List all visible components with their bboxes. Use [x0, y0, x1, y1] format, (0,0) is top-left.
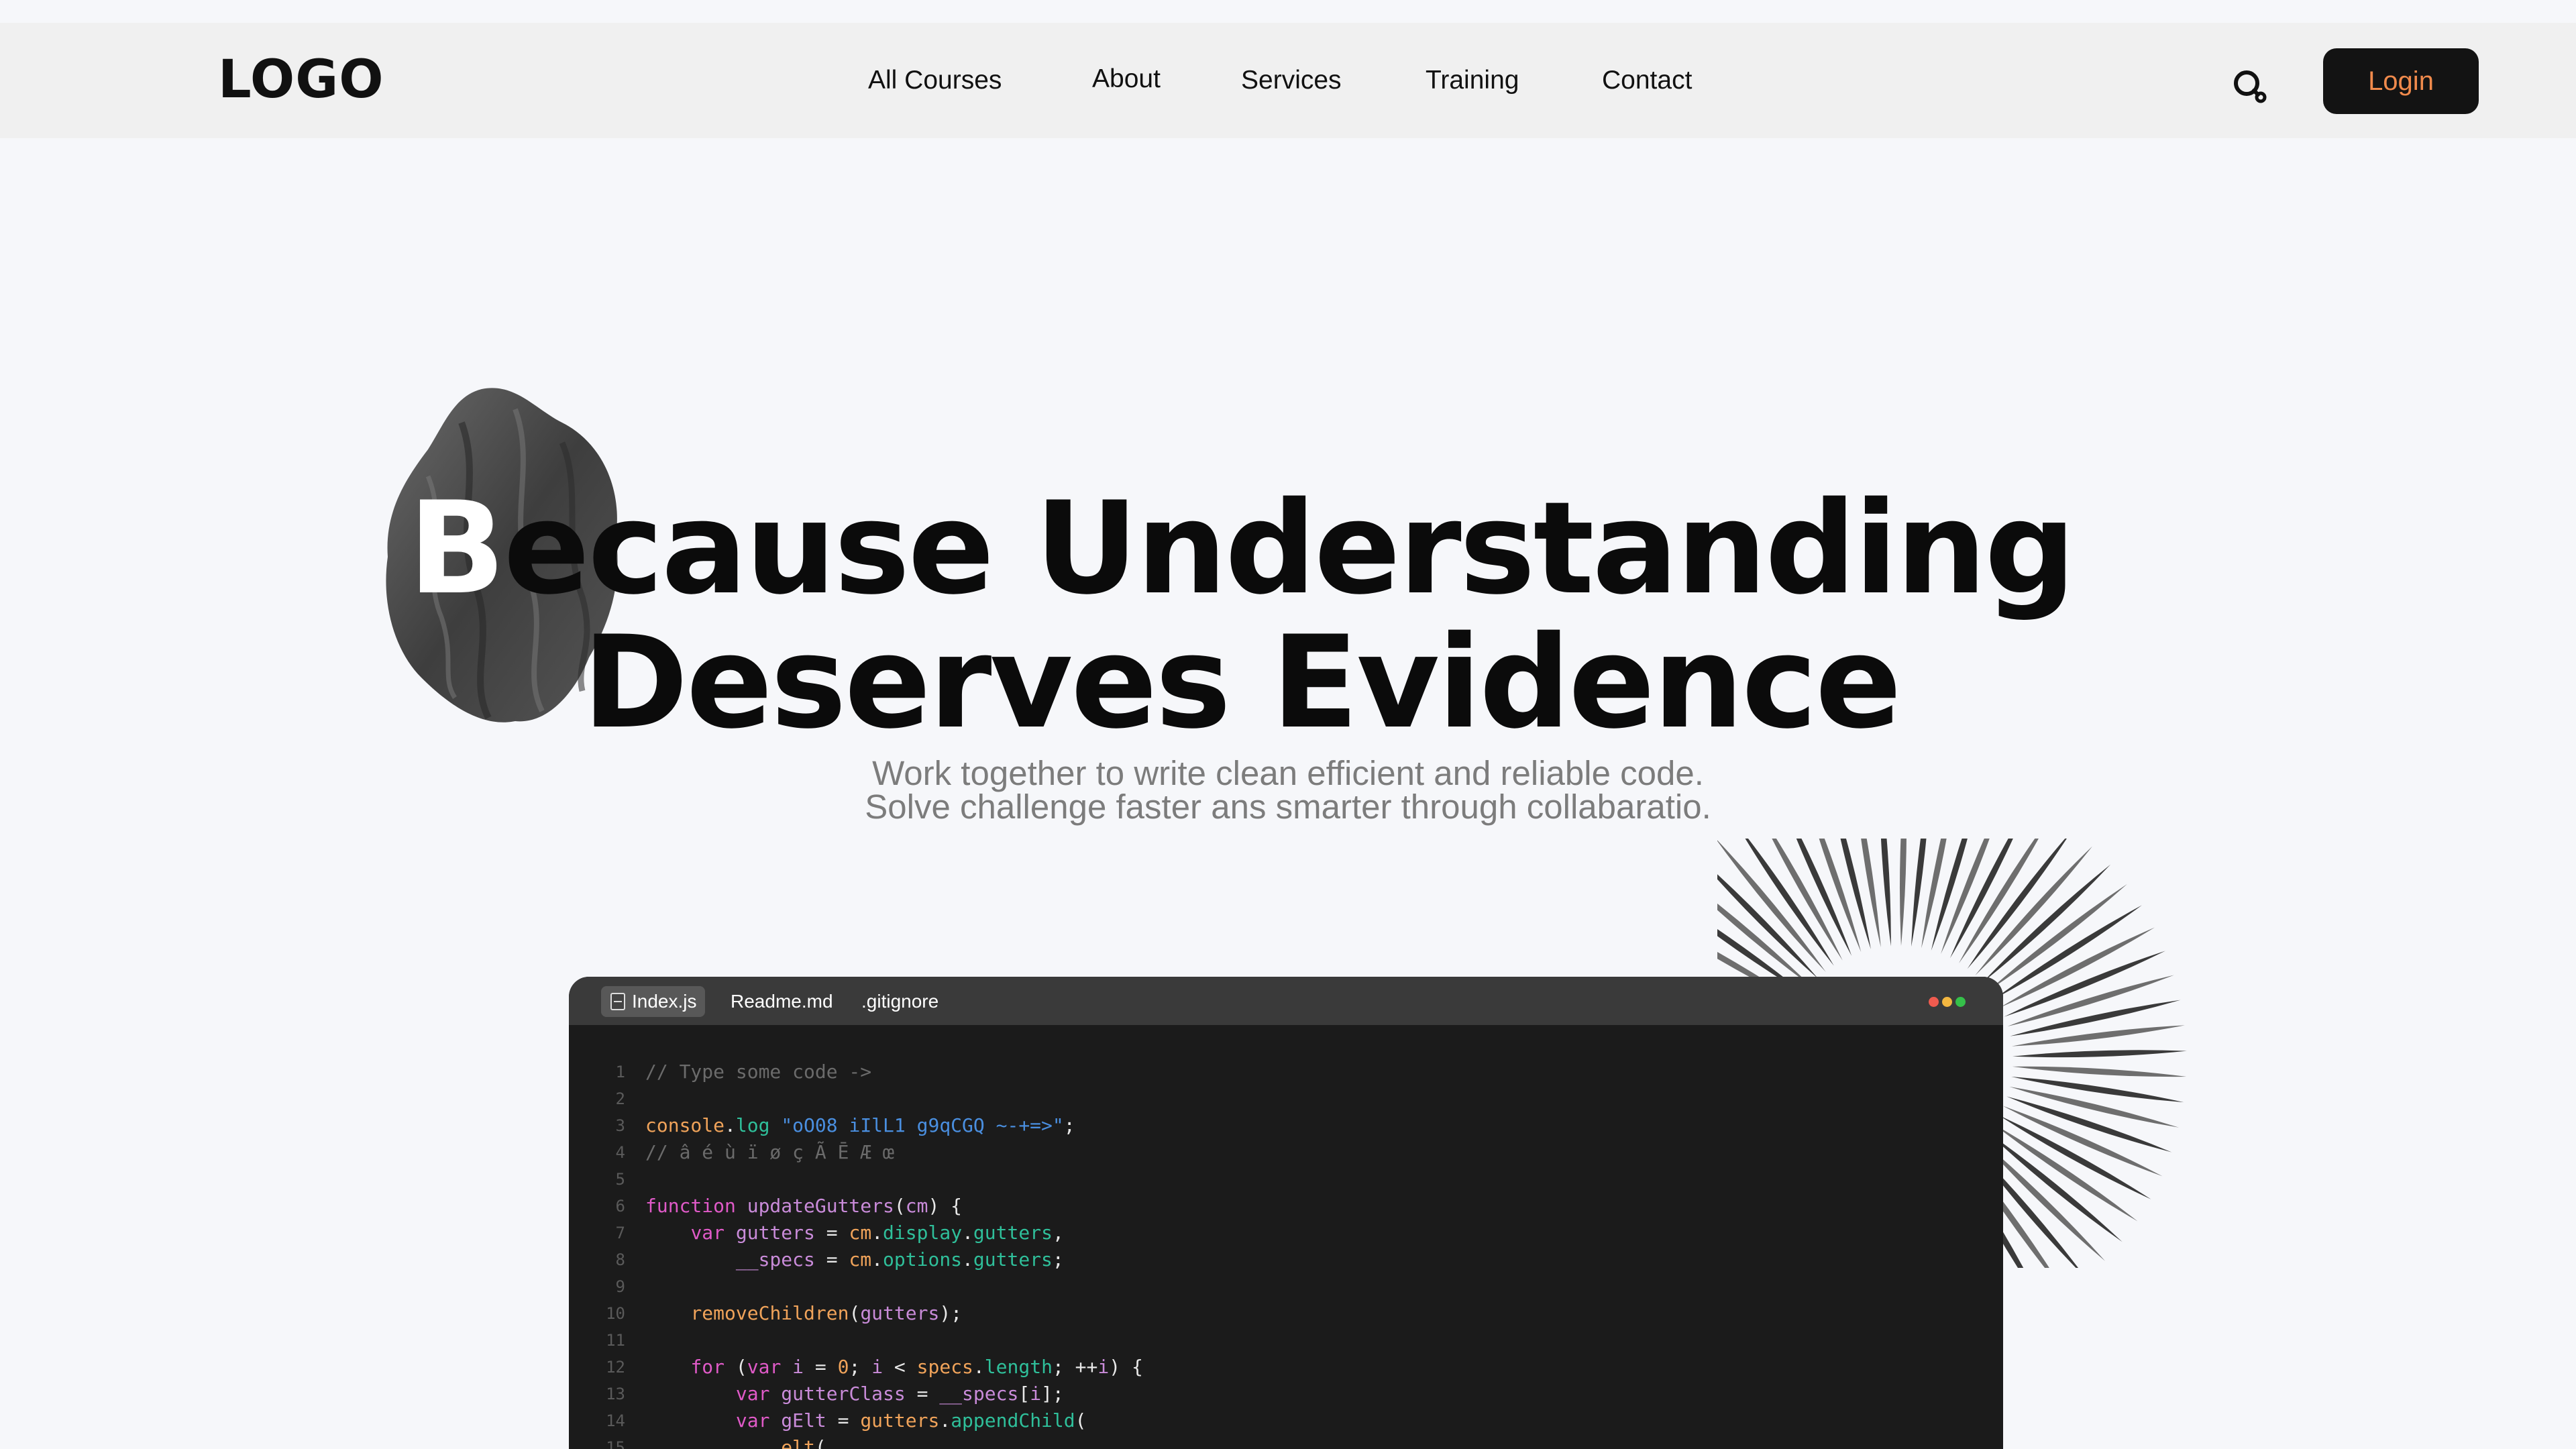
line-number: 12	[606, 1358, 625, 1377]
code-text: // Type some code ->	[645, 1061, 872, 1083]
nav-training[interactable]: Training	[1426, 66, 1519, 95]
logo[interactable]: LOGO	[218, 50, 384, 110]
burst-blade	[1911, 839, 1927, 947]
hero-title-first-letter: B	[408, 474, 506, 623]
line-number: 1	[615, 1063, 625, 1081]
line-number: 6	[615, 1197, 625, 1216]
hero-title: Because Understanding Deserves Evidence	[0, 482, 2482, 750]
burst-blade	[2011, 1025, 2185, 1046]
code-text: function updateGutters(cm) {	[645, 1195, 963, 1217]
code-line: 10 removeChildren(gutters);	[569, 1300, 2003, 1327]
line-number: 11	[606, 1331, 625, 1350]
code-text: var gutters = cm.display.gutters,	[690, 1222, 1064, 1244]
tab-readme-md[interactable]: Readme.md	[731, 986, 833, 1017]
code-line: 6 function updateGutters(cm) {	[569, 1193, 2003, 1220]
code-line: 1 // Type some code ->	[569, 1059, 2003, 1085]
code-line: 5	[569, 1166, 2003, 1193]
top-nav-bar: LOGO All Courses About Services Training…	[0, 23, 2576, 138]
line-number: 14	[606, 1411, 625, 1430]
hero-subtitle-line2: Solve challenge faster ans smarter throu…	[865, 788, 1711, 826]
nav-about[interactable]: About	[1092, 64, 1161, 94]
code-text: // â é ù ï ø ç Ã Ē Æ œ	[645, 1141, 894, 1163]
line-number: 10	[606, 1304, 625, 1323]
line-number: 3	[615, 1116, 625, 1135]
nav-all-courses[interactable]: All Courses	[868, 66, 1002, 95]
code-text: __specs = cm.options.gutters;	[735, 1248, 1064, 1271]
burst-blade	[1880, 839, 1891, 947]
code-line: 9	[569, 1273, 2003, 1300]
code-text: var gutterClass = __specs[i];	[735, 1383, 1064, 1405]
hero-title-line1: ecause Understanding	[503, 474, 2076, 623]
code-line: 13 var gutterClass = __specs[i];	[569, 1381, 2003, 1407]
line-number: 5	[615, 1170, 625, 1189]
burst-blade	[1941, 839, 1990, 955]
burst-blade	[1899, 839, 1907, 947]
burst-blade	[2011, 1076, 2184, 1103]
burst-blade	[2000, 927, 2155, 1008]
code-text: for (var i = 0; i < specs.length; ++i) {	[690, 1356, 1143, 1378]
code-area[interactable]: 1 // Type some code -> 2 3 console.log "oO08…	[569, 1059, 2003, 1449]
tab-gitignore[interactable]: .gitignore	[861, 986, 938, 1017]
code-line: 12 for (var i = 0; i < specs.length; ++i…	[569, 1354, 2003, 1381]
line-number: 4	[615, 1143, 625, 1162]
nav-contact[interactable]: Contact	[1602, 66, 1692, 95]
tab-index-js[interactable]: Index.js	[601, 986, 705, 1017]
search-icon	[2234, 70, 2267, 103]
code-text: console.log "oO08 iIlL1 g9qCGQ ~-+=>";	[645, 1114, 1075, 1136]
code-line: 11	[569, 1327, 2003, 1354]
code-line: 7 var gutters = cm.display.gutters,	[569, 1220, 2003, 1246]
line-number: 8	[615, 1250, 625, 1269]
line-number: 2	[615, 1089, 625, 1108]
code-editor-window: Index.js Readme.md .gitignore 1 // Type s…	[569, 977, 2003, 1449]
nav-services[interactable]: Services	[1241, 66, 1342, 95]
code-line: 14 var gElt = gutters.appendChild(	[569, 1407, 2003, 1434]
login-button[interactable]: Login	[2323, 48, 2479, 114]
minimize-dot[interactable]	[1942, 997, 1952, 1007]
burst-blade	[2012, 1050, 2187, 1058]
hero-subtitle: Work together to write clean efficient a…	[0, 754, 2576, 826]
code-line: 2	[569, 1085, 2003, 1112]
window-controls	[1929, 997, 1966, 1007]
search-button[interactable]	[2231, 67, 2273, 110]
editor-tab-bar: Index.js Readme.md .gitignore	[569, 977, 2003, 1025]
hero-title-line2: Deserves Evidence	[582, 608, 1902, 757]
code-text: elt(	[781, 1436, 826, 1449]
line-number: 9	[615, 1277, 625, 1296]
code-line: 8 __specs = cm.options.gutters;	[569, 1246, 2003, 1273]
code-text: removeChildren(gutters);	[690, 1302, 963, 1324]
line-number: 13	[606, 1385, 625, 1403]
code-line: 15 elt(	[569, 1434, 2003, 1449]
code-line: 3 console.log "oO08 iIlL1 g9qCGQ ~-+=>";	[569, 1112, 2003, 1139]
burst-blade	[2012, 1066, 2187, 1077]
close-dot[interactable]	[1929, 997, 1939, 1007]
hero-subtitle-line1: Work together to write clean efficient a…	[872, 754, 1704, 792]
file-icon	[610, 993, 625, 1010]
code-line: 4 // â é ù ï ø ç Ã Ē Æ œ	[569, 1139, 2003, 1166]
tab-index-js-label: Index.js	[632, 991, 697, 1012]
code-text: var gElt = gutters.appendChild(	[735, 1409, 1087, 1432]
maximize-dot[interactable]	[1955, 997, 1966, 1007]
line-number: 15	[606, 1438, 625, 1449]
line-number: 7	[615, 1224, 625, 1242]
